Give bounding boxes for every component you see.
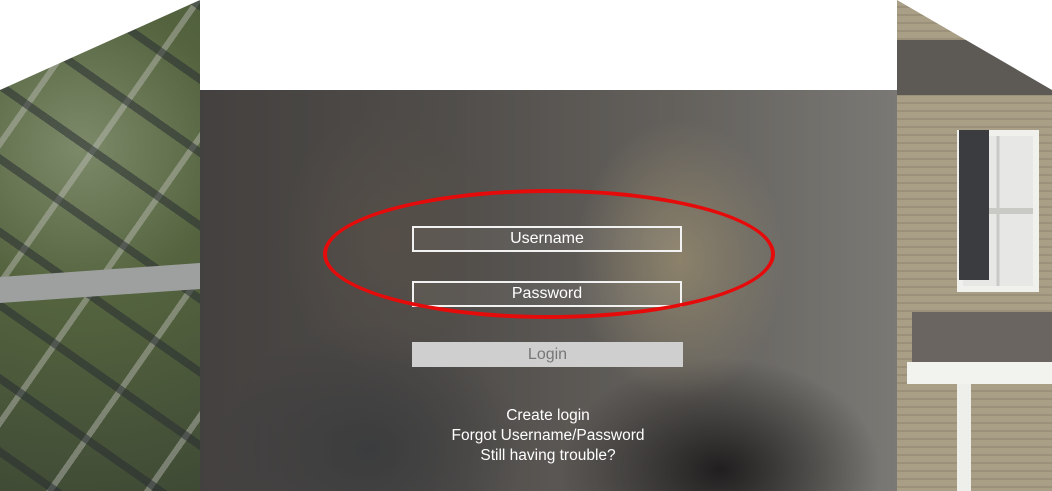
password-input[interactable] <box>412 281 682 307</box>
login-button[interactable]: Login <box>412 342 683 367</box>
login-form: Login Create login Forgot Username/Passw… <box>0 0 1052 491</box>
still-having-trouble-link[interactable]: Still having trouble? <box>412 446 684 466</box>
username-input[interactable] <box>412 226 682 252</box>
create-login-link[interactable]: Create login <box>412 406 684 426</box>
help-links: Create login Forgot Username/Password St… <box>412 406 684 466</box>
forgot-credentials-link[interactable]: Forgot Username/Password <box>412 426 684 446</box>
